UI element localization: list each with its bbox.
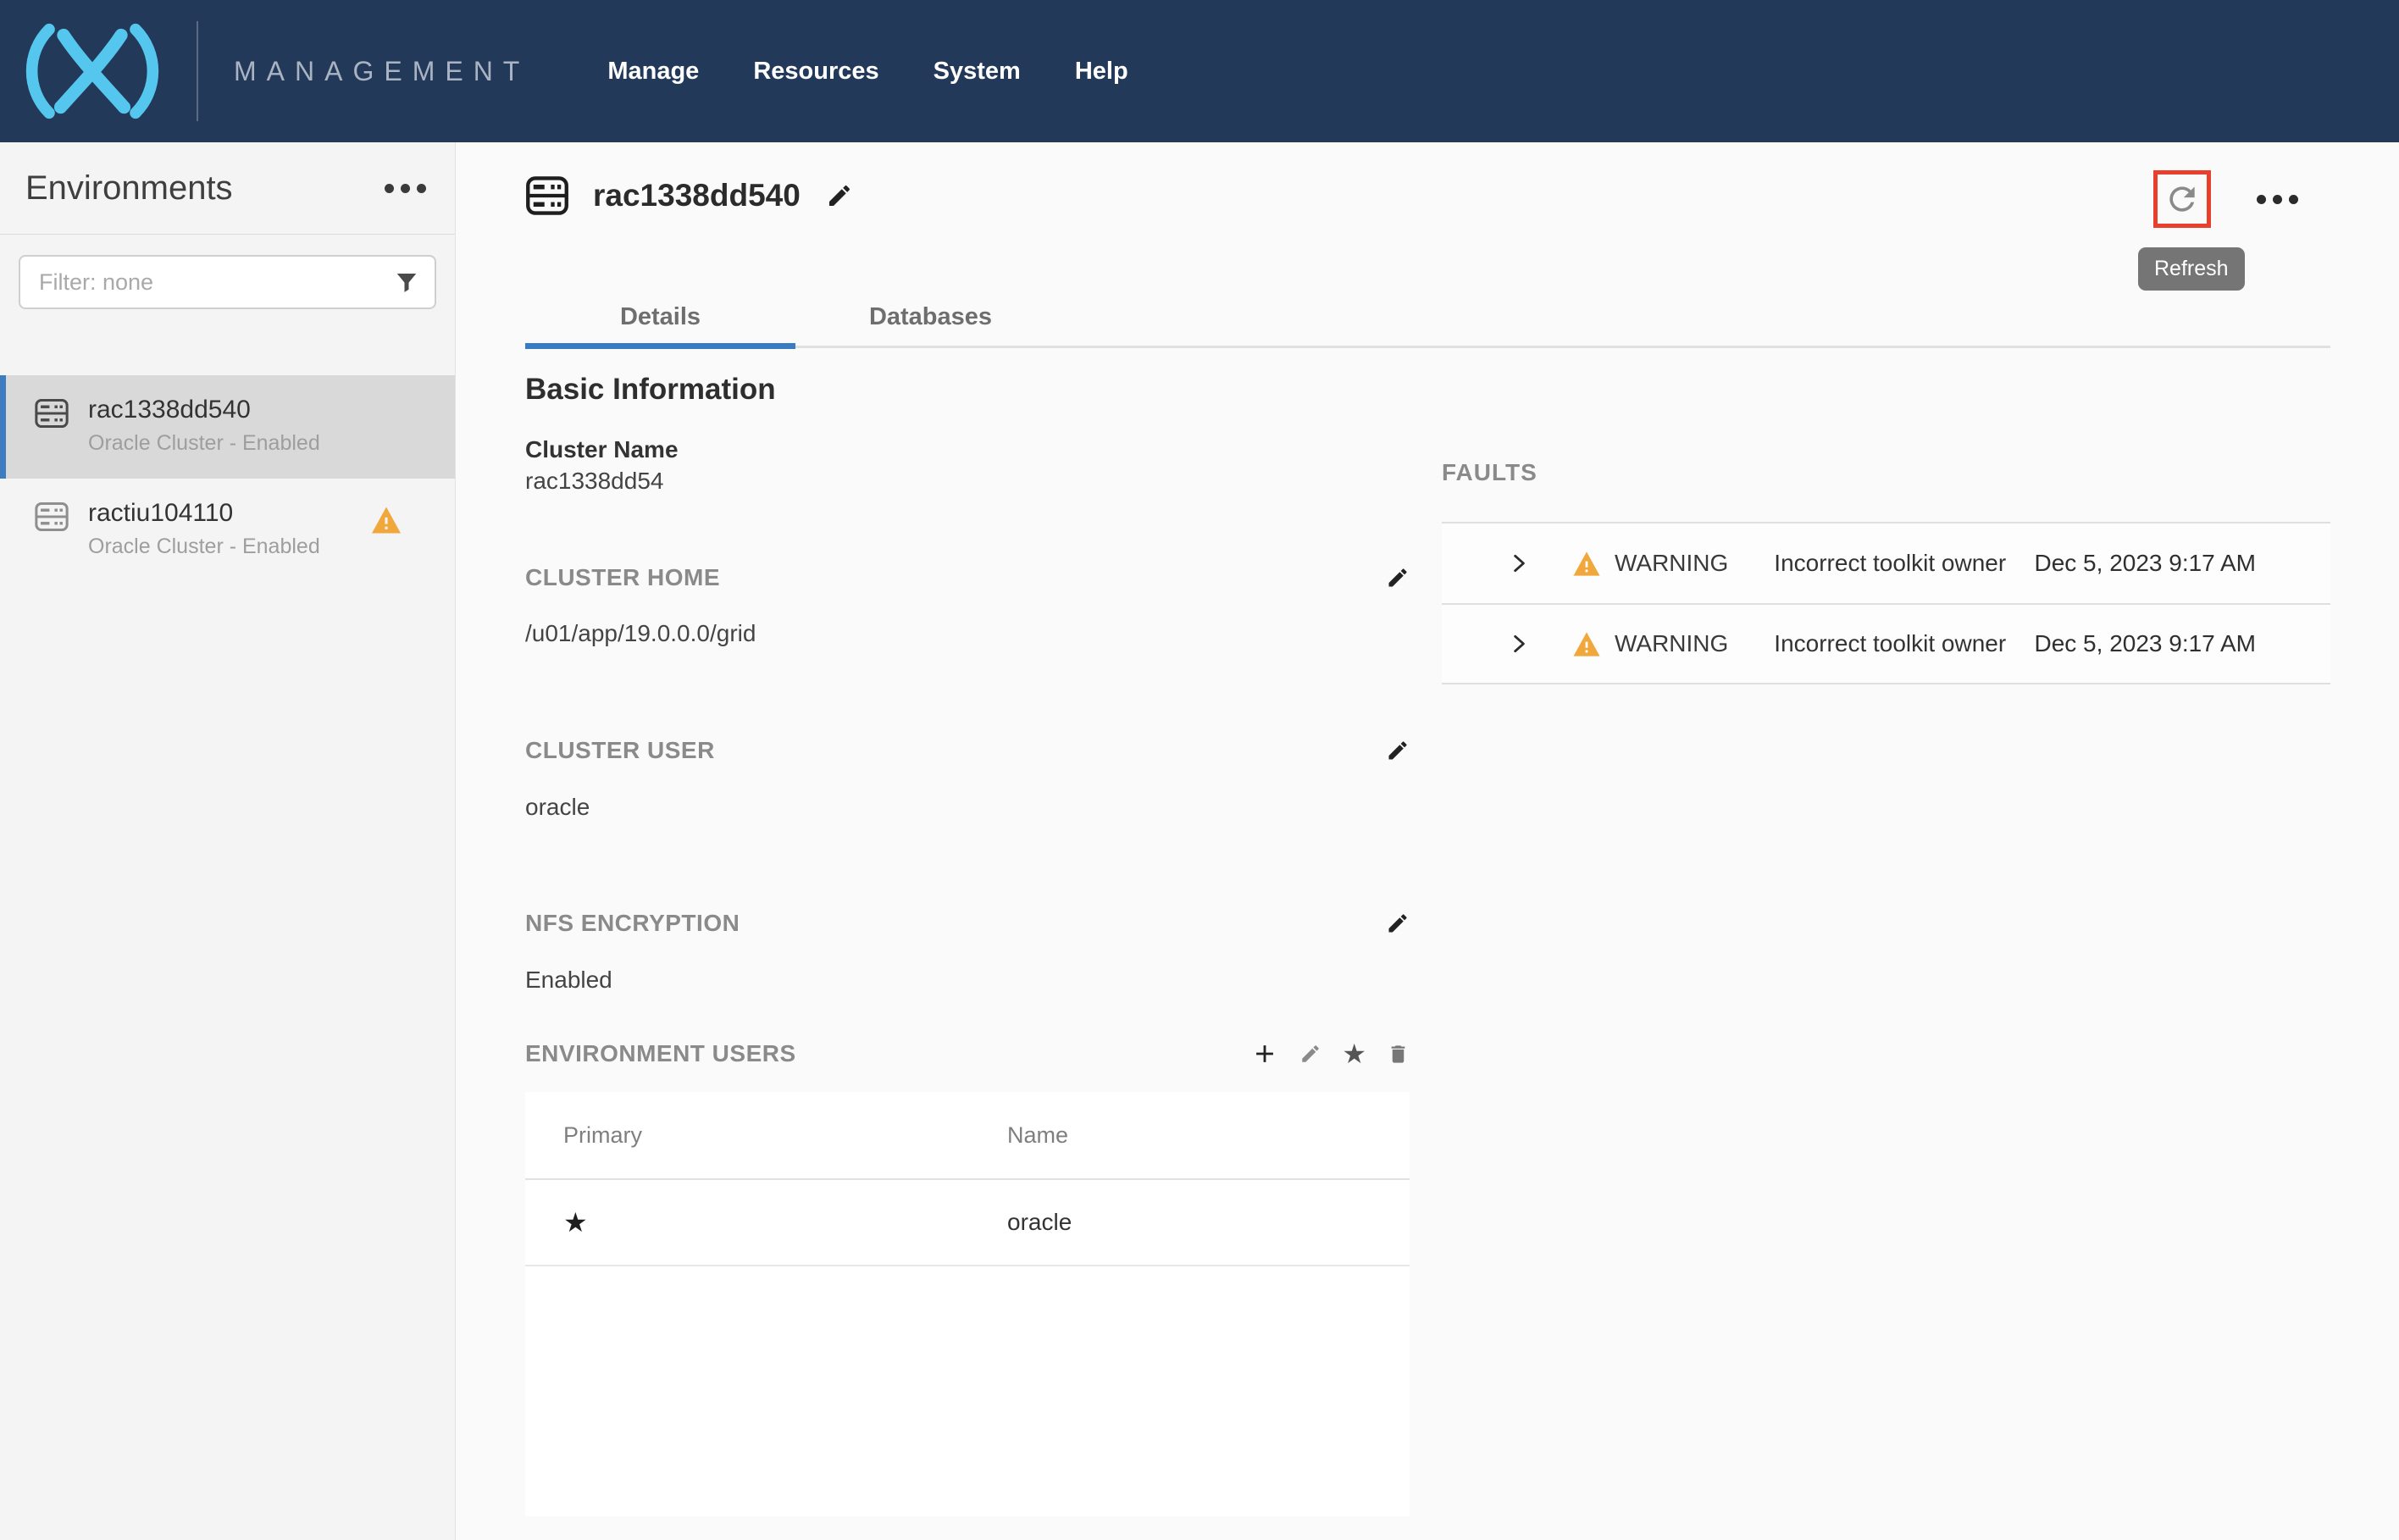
nfs-encryption-value: Enabled bbox=[525, 967, 1410, 994]
faults-section-label: FAULTS bbox=[1442, 459, 2330, 486]
sidebar-title: Environments bbox=[25, 169, 233, 208]
cluster-user-value: oracle bbox=[525, 794, 1410, 821]
expand-chevron-icon[interactable] bbox=[1508, 633, 1530, 655]
active-tab-indicator bbox=[525, 343, 795, 349]
environment-subtitle: Oracle Cluster - Enabled bbox=[88, 535, 320, 559]
fault-row[interactable]: WARNING Incorrect toolkit owner Dec 5, 2… bbox=[1442, 603, 2330, 684]
environment-item-ractiu104110[interactable]: ractiu104110 Oracle Cluster - Enabled bbox=[0, 479, 455, 582]
cluster-home-value: /u01/app/19.0.0.0/grid bbox=[525, 620, 1410, 647]
host-icon bbox=[34, 501, 69, 533]
fault-description: Incorrect toolkit owner bbox=[1774, 550, 2006, 577]
edit-title-pencil-icon[interactable] bbox=[826, 182, 853, 209]
environment-users-label: ENVIRONMENT USERS bbox=[525, 1040, 796, 1067]
primary-star-icon: ★ bbox=[563, 1206, 1007, 1238]
set-primary-star-icon[interactable]: ★ bbox=[1342, 1041, 1366, 1066]
page-more-button[interactable] bbox=[2257, 195, 2298, 204]
add-user-icon[interactable] bbox=[1250, 1039, 1279, 1068]
expand-chevron-icon[interactable] bbox=[1508, 552, 1530, 574]
filter-funnel-icon[interactable] bbox=[394, 269, 419, 295]
tab-details[interactable]: Details bbox=[525, 291, 795, 342]
refresh-button[interactable] bbox=[2153, 170, 2211, 228]
warning-icon bbox=[1572, 631, 1601, 657]
environment-users-table-header: Primary Name bbox=[525, 1092, 1410, 1180]
host-icon bbox=[34, 397, 69, 429]
warning-icon bbox=[370, 506, 402, 535]
edit-nfs-encryption-pencil-icon[interactable] bbox=[1386, 911, 1410, 935]
sidebar-more-button[interactable] bbox=[385, 184, 426, 193]
edit-cluster-user-pencil-icon[interactable] bbox=[1386, 739, 1410, 762]
environment-users-row: ENVIRONMENT USERS ★ bbox=[525, 1039, 1410, 1068]
nav-links: Manage Resources System Help bbox=[607, 58, 1127, 86]
page-title: rac1338dd540 bbox=[593, 178, 801, 213]
environment-name: rac1338dd540 bbox=[88, 396, 320, 424]
cluster-home-row: CLUSTER HOME bbox=[525, 564, 1410, 591]
cluster-name-value: rac1338dd54 bbox=[525, 468, 1410, 495]
faults-table: WARNING Incorrect toolkit owner Dec 5, 2… bbox=[1442, 522, 2330, 684]
environment-subtitle: Oracle Cluster - Enabled bbox=[88, 431, 320, 456]
user-name-cell: oracle bbox=[1007, 1209, 1410, 1236]
delphix-logo-icon[interactable] bbox=[20, 20, 164, 122]
cluster-home-label: CLUSTER HOME bbox=[525, 564, 720, 591]
nav-item-help[interactable]: Help bbox=[1075, 58, 1128, 86]
fault-date: Dec 5, 2023 9:17 AM bbox=[2034, 630, 2256, 657]
nav-item-resources[interactable]: Resources bbox=[753, 58, 878, 86]
environment-item-rac1338dd540[interactable]: rac1338dd540 Oracle Cluster - Enabled bbox=[0, 375, 455, 479]
fault-severity: WARNING bbox=[1615, 630, 1728, 657]
refresh-icon bbox=[2164, 180, 2201, 218]
cluster-name-label: Cluster Name bbox=[525, 436, 1410, 463]
environment-name: ractiu104110 bbox=[88, 499, 320, 528]
app-window: MANAGEMENT Manage Resources System Help … bbox=[0, 0, 2399, 1540]
cluster-user-row: CLUSTER USER bbox=[525, 737, 1410, 764]
refresh-tooltip: Refresh bbox=[2138, 247, 2245, 291]
nav-item-manage[interactable]: Manage bbox=[607, 58, 699, 86]
edit-cluster-home-pencil-icon[interactable] bbox=[1386, 566, 1410, 590]
details-content: Basic Information Cluster Name rac1338dd… bbox=[525, 373, 2330, 1540]
fault-severity: WARNING bbox=[1615, 550, 1728, 577]
section-title: Basic Information bbox=[525, 373, 1410, 407]
filter-field-wrap bbox=[19, 255, 436, 309]
page-title-row: rac1338dd540 bbox=[525, 174, 853, 217]
tab-divider bbox=[525, 346, 2330, 348]
nav-divider bbox=[197, 21, 198, 121]
environment-users-table: Primary Name ★ oracle bbox=[525, 1092, 1410, 1516]
environment-filter-input[interactable] bbox=[19, 255, 436, 309]
delete-user-trash-icon[interactable] bbox=[1387, 1043, 1410, 1066]
fault-date: Dec 5, 2023 9:17 AM bbox=[2034, 550, 2256, 577]
column-header-primary: Primary bbox=[563, 1122, 1007, 1149]
environment-users-actions: ★ bbox=[1250, 1039, 1410, 1068]
host-icon bbox=[525, 174, 569, 217]
table-row[interactable]: ★ oracle bbox=[525, 1180, 1410, 1266]
fault-row[interactable]: WARNING Incorrect toolkit owner Dec 5, 2… bbox=[1442, 522, 2330, 603]
environment-item-text: rac1338dd540 Oracle Cluster - Enabled bbox=[88, 396, 320, 479]
edit-user-pencil-icon[interactable] bbox=[1299, 1043, 1321, 1065]
cluster-user-label: CLUSTER USER bbox=[525, 737, 715, 764]
column-header-name: Name bbox=[1007, 1122, 1410, 1149]
faults-column: FAULTS WARNING Incorrect toolkit owner D… bbox=[1442, 373, 2330, 1540]
top-nav: MANAGEMENT Manage Resources System Help bbox=[0, 0, 2399, 142]
fault-description: Incorrect toolkit owner bbox=[1774, 630, 2006, 657]
basic-information-column: Basic Information Cluster Name rac1338dd… bbox=[525, 373, 1410, 1540]
nfs-encryption-label: NFS ENCRYPTION bbox=[525, 910, 740, 937]
nfs-encryption-row: NFS ENCRYPTION bbox=[525, 910, 1410, 937]
nav-item-system[interactable]: System bbox=[934, 58, 1021, 86]
tab-databases[interactable]: Databases bbox=[795, 291, 1066, 342]
main-panel: rac1338dd540 Refresh Details Databases B… bbox=[457, 142, 2399, 1540]
brand-text: MANAGEMENT bbox=[234, 56, 529, 87]
environments-sidebar: Environments bbox=[0, 142, 456, 1540]
environment-list: rac1338dd540 Oracle Cluster - Enabled ra… bbox=[0, 375, 455, 582]
sidebar-header: Environments bbox=[0, 142, 455, 235]
warning-icon bbox=[1572, 551, 1601, 577]
environment-item-text: ractiu104110 Oracle Cluster - Enabled bbox=[88, 499, 320, 582]
